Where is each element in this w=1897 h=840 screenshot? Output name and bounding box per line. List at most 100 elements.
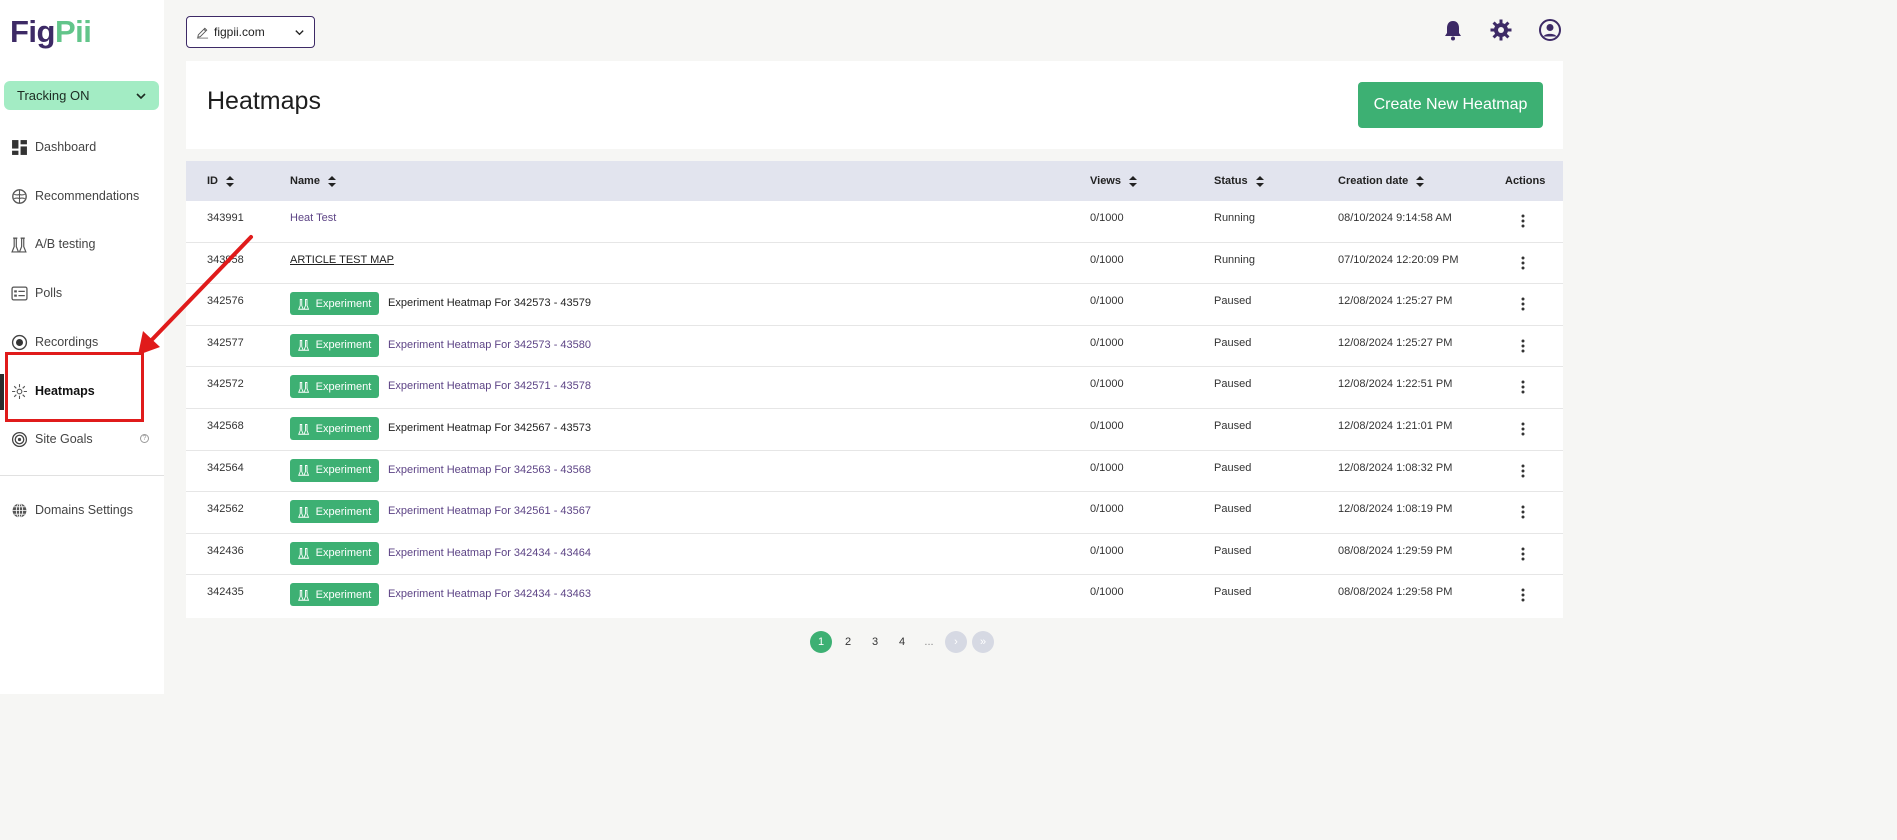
row-id: 343991 — [207, 212, 244, 224]
column-header-id[interactable]: ID — [207, 161, 234, 201]
record-icon — [11, 334, 28, 351]
row-id: 342564 — [207, 461, 244, 474]
logo-text-fig: Fig — [10, 14, 56, 49]
sort-icon — [1416, 175, 1425, 187]
sidebar-item-recommendations[interactable]: Recommendations — [0, 181, 164, 211]
sidebar: FigPii Tracking ON Dashboard Recommendat… — [0, 0, 164, 694]
heatmap-name-link[interactable]: ARTICLE TEST MAP — [290, 254, 394, 266]
row-creation-date: 08/08/2024 1:29:58 PM — [1338, 586, 1453, 599]
row-creation-date: 12/08/2024 1:22:51 PM — [1338, 378, 1453, 391]
status-text: Running — [1214, 253, 1255, 266]
sidebar-item-label: Domains Settings — [35, 503, 133, 517]
row-creation-date: 12/08/2024 1:25:27 PM — [1338, 336, 1453, 349]
sidebar-item-label: Dashboard — [35, 140, 97, 154]
table-row: 343991 Heat Test 0/1000 Running 08/10/20… — [186, 201, 1563, 243]
row-actions-menu-icon[interactable] — [1519, 420, 1527, 438]
target-icon — [11, 431, 28, 448]
page-4-button[interactable]: 4 — [891, 631, 913, 653]
badge-label: Experiment — [315, 297, 372, 310]
badge-label: Experiment — [315, 380, 372, 393]
heatmap-name-link[interactable]: Experiment Heatmap For 342563 - 43568 — [388, 464, 591, 476]
heatmap-name-link[interactable]: Experiment Heatmap For 342573 - 43579 — [388, 297, 591, 309]
flask-icon — [297, 506, 309, 518]
user-icon[interactable] — [1538, 18, 1562, 42]
heatmap-name-link[interactable]: Experiment Heatmap For 342571 - 43578 — [388, 380, 591, 392]
experiment-badge: Experiment — [290, 500, 379, 524]
row-actions-menu-icon[interactable] — [1519, 212, 1527, 230]
column-header-status[interactable]: Status — [1214, 161, 1264, 201]
status-text: Paused — [1214, 503, 1252, 516]
sidebar-item-ab-testing[interactable]: A/B testing — [0, 229, 164, 259]
heatmap-name-link[interactable]: Experiment Heatmap For 342573 - 43580 — [388, 339, 591, 351]
row-creation-date: 12/08/2024 1:21:01 PM — [1338, 420, 1453, 432]
experiment-badge: Experiment — [290, 292, 379, 316]
row-creation-date: 12/08/2024 1:08:19 PM — [1338, 503, 1453, 516]
row-actions-menu-icon[interactable] — [1519, 337, 1527, 355]
row-creation-date: 12/08/2024 1:25:27 PM — [1338, 295, 1453, 308]
column-label: Actions — [1505, 175, 1546, 187]
bell-icon[interactable] — [1441, 18, 1465, 42]
row-actions-menu-icon[interactable] — [1519, 462, 1527, 480]
heatmaps-table: ID Name Views Status Creation date Actio… — [186, 161, 1563, 618]
row-views: 0/1000 — [1090, 378, 1124, 391]
page-3-button[interactable]: 3 — [864, 631, 886, 653]
page-title: Heatmaps — [207, 87, 321, 115]
sidebar-item-dashboard[interactable]: Dashboard — [0, 132, 164, 162]
row-id: 343958 — [207, 253, 244, 266]
flask-icon — [297, 548, 309, 559]
badge-label: Experiment — [315, 505, 372, 518]
badge-label: Experiment — [315, 464, 372, 477]
heatmap-name-link[interactable]: Experiment Heatmap For 342567 - 43573 — [388, 422, 591, 434]
heatmap-name-link[interactable]: Heat Test — [290, 212, 336, 224]
row-id: 342562 — [207, 503, 244, 516]
chevron-down-icon — [295, 29, 304, 35]
sidebar-item-polls[interactable]: Polls — [0, 278, 164, 308]
next-page-button[interactable]: › — [945, 631, 967, 653]
badge-label: Experiment — [315, 339, 372, 352]
sort-icon — [327, 175, 336, 187]
column-label: Creation date — [1338, 175, 1409, 187]
last-page-button[interactable]: » — [972, 631, 994, 653]
row-views: 0/1000 — [1090, 420, 1124, 432]
flask-icon — [297, 465, 309, 476]
help-icon[interactable]: ? — [140, 434, 149, 443]
row-id: 342572 — [207, 378, 244, 391]
tracking-toggle-dropdown[interactable]: Tracking ON — [4, 81, 159, 110]
sidebar-item-site-goals[interactable]: Site Goals ? — [0, 424, 164, 454]
row-actions-menu-icon[interactable] — [1519, 378, 1527, 396]
poll-icon — [11, 285, 28, 302]
column-label: Status — [1214, 175, 1248, 187]
tracking-label: Tracking ON — [17, 88, 90, 103]
row-id: 342436 — [207, 544, 244, 557]
column-header-creation-date[interactable]: Creation date — [1338, 161, 1425, 201]
globe-icon — [11, 502, 28, 519]
gear-icon[interactable] — [1489, 18, 1513, 42]
status-text: Paused — [1214, 378, 1252, 391]
heatmap-name-link[interactable]: Experiment Heatmap For 342561 - 43567 — [388, 505, 591, 517]
badge-label: Experiment — [315, 547, 372, 560]
status-text: Paused — [1214, 420, 1252, 432]
sidebar-item-label: Recommendations — [35, 189, 140, 203]
sidebar-item-domains-settings[interactable]: Domains Settings — [0, 495, 164, 525]
heatmap-name-link[interactable]: Experiment Heatmap For 342434 - 43464 — [388, 547, 591, 559]
page-2-button[interactable]: 2 — [837, 631, 859, 653]
heatmap-name-link[interactable]: Experiment Heatmap For 342434 - 43463 — [388, 588, 591, 600]
page-1-button[interactable]: 1 — [810, 631, 832, 653]
row-actions-menu-icon[interactable] — [1519, 586, 1527, 604]
column-header-views[interactable]: Views — [1090, 161, 1137, 201]
column-label: Name — [290, 175, 320, 187]
column-header-name[interactable]: Name — [290, 161, 336, 201]
row-actions-menu-icon[interactable] — [1519, 295, 1527, 313]
status-text: Paused — [1214, 461, 1252, 474]
badge-label: Experiment — [315, 588, 372, 601]
row-views: 0/1000 — [1090, 544, 1124, 557]
row-actions-menu-icon[interactable] — [1519, 254, 1527, 272]
figpii-logo[interactable]: FigPii — [10, 14, 92, 50]
row-actions-menu-icon[interactable] — [1519, 545, 1527, 563]
row-actions-menu-icon[interactable] — [1519, 503, 1527, 521]
create-new-heatmap-button[interactable]: Create New Heatmap — [1358, 82, 1543, 128]
row-views: 0/1000 — [1090, 253, 1124, 266]
row-views: 0/1000 — [1090, 336, 1124, 349]
table-row: 342572 Experiment Experiment Heatmap For… — [186, 367, 1563, 409]
domain-selector[interactable]: figpii.com — [186, 16, 315, 48]
